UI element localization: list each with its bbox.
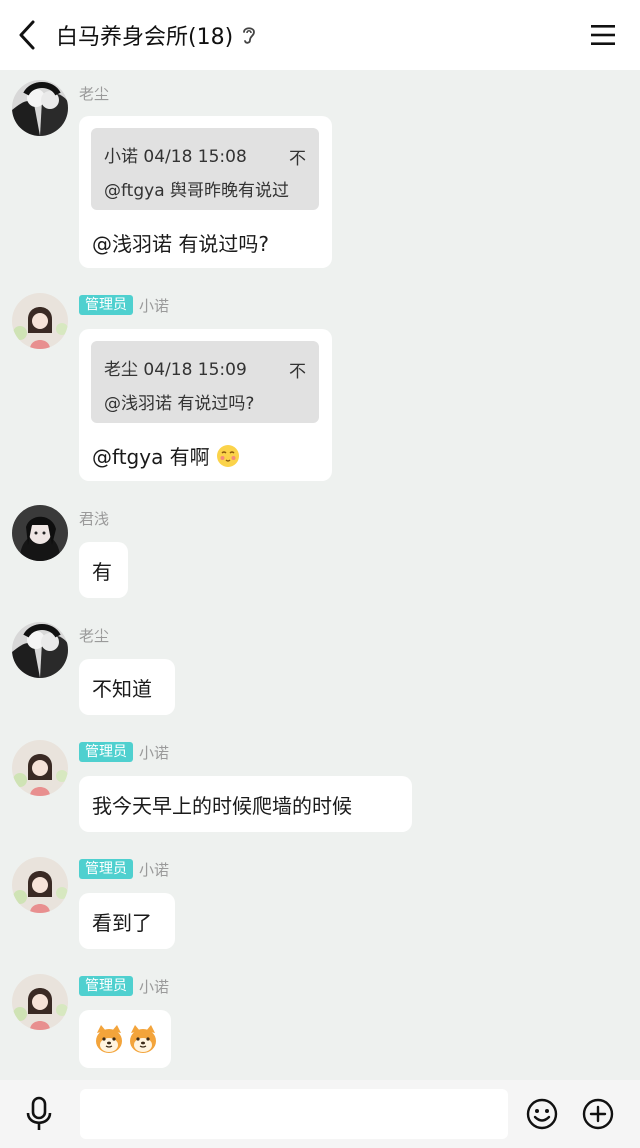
message-input[interactable] — [80, 1089, 508, 1139]
sender-name: 老尘 — [79, 84, 110, 103]
composer-bar — [0, 1080, 640, 1148]
admin-badge: 管理员 — [79, 295, 133, 315]
avatar[interactable] — [12, 857, 68, 913]
microphone-icon[interactable] — [24, 1096, 54, 1132]
back-arrow-icon[interactable] — [14, 18, 42, 52]
message-meta: 老尘 — [79, 624, 109, 646]
ear-icon — [241, 24, 257, 46]
emoji-icon[interactable] — [526, 1098, 558, 1130]
sticker-row — [93, 1023, 159, 1060]
pin-glyph: 不 — [289, 362, 306, 382]
admin-badge: 管理员 — [79, 859, 133, 879]
message-bubble[interactable]: 小诺 04/18 15:08 不 @ftgya 舆哥昨晚有说过 @浅羽诺 有说过… — [79, 116, 332, 268]
message-meta: 管理员 小诺 — [79, 741, 169, 763]
quoted-message[interactable]: 老尘 04/18 15:09 不 @浅羽诺 有说过吗? — [91, 341, 319, 423]
admin-badge: 管理员 — [79, 742, 133, 762]
sender-name: 小诺 — [139, 743, 170, 762]
message-bubble[interactable]: 有 — [79, 542, 128, 598]
message-meta: 管理员 小诺 — [79, 975, 169, 997]
smile-face-emoji — [216, 444, 240, 473]
admin-badge: 管理员 — [79, 976, 133, 996]
sender-name: 君浅 — [79, 509, 110, 528]
message-text: 不知道 — [92, 677, 152, 701]
sender-name: 小诺 — [139, 296, 170, 315]
avatar[interactable] — [12, 80, 68, 136]
quote-text: @浅羽诺 有说过吗? — [104, 394, 255, 414]
sender-name: 小诺 — [139, 977, 170, 996]
pin-glyph: 不 — [289, 149, 306, 169]
chat-title: 白马养身会所(18) — [56, 25, 234, 50]
message-text: @浅羽诺 有说过吗? — [92, 232, 269, 256]
message-bubble[interactable]: 不知道 — [79, 659, 175, 715]
avatar[interactable] — [12, 974, 68, 1030]
avatar[interactable] — [12, 622, 68, 678]
chat-title-wrap[interactable]: 白马养身会所(18) — [56, 20, 257, 50]
message-meta: 老尘 — [79, 82, 109, 104]
avatar[interactable] — [12, 740, 68, 796]
message-bubble[interactable]: 老尘 04/18 15:09 不 @浅羽诺 有说过吗? @ftgya 有啊 — [79, 329, 332, 481]
quoted-message[interactable]: 小诺 04/18 15:08 不 @ftgya 舆哥昨晚有说过 — [91, 128, 319, 210]
message-meta: 君浅 — [79, 507, 109, 529]
avatar[interactable] — [12, 505, 68, 561]
sender-name: 小诺 — [139, 860, 170, 879]
quote-text: @ftgya 舆哥昨晚有说过 — [104, 181, 290, 201]
message-text: 我今天早上的时候爬墙的时候 — [92, 794, 352, 818]
message-bubble[interactable]: 我今天早上的时候爬墙的时候 — [79, 776, 412, 832]
quote-author-time: 老尘 04/18 15:09 — [104, 360, 247, 380]
sender-name: 老尘 — [79, 626, 110, 645]
message-text: 有 — [92, 560, 112, 584]
avatar[interactable] — [12, 293, 68, 349]
message-meta: 管理员 小诺 — [79, 858, 169, 880]
message-meta: 管理员 小诺 — [79, 294, 169, 316]
shiba-emoji — [127, 1023, 159, 1060]
message-text: 看到了 — [92, 911, 152, 935]
message-text: @ftgya 有啊 — [92, 445, 210, 469]
chat-header: 白马养身会所(18) — [0, 0, 640, 70]
message-text-wrap: @ftgya 有啊 — [92, 441, 240, 473]
quote-author-time: 小诺 04/18 15:08 — [104, 147, 247, 167]
message-bubble[interactable] — [79, 1010, 171, 1068]
menu-icon[interactable] — [590, 22, 616, 48]
shiba-emoji — [93, 1023, 125, 1060]
plus-icon[interactable] — [582, 1098, 614, 1130]
message-bubble[interactable]: 看到了 — [79, 893, 175, 949]
